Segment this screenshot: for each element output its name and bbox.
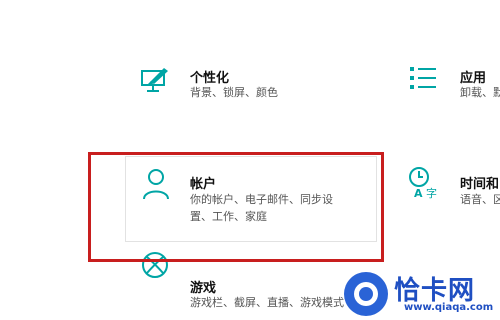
personalization-icon	[141, 68, 168, 92]
tile-title: 时间和	[460, 177, 500, 192]
annotation-rectangle	[88, 152, 384, 262]
svg-text:A: A	[414, 187, 423, 200]
apps-list-icon	[410, 67, 436, 89]
watermark: 恰卡网 www.qiaqa.com	[344, 272, 494, 316]
svg-text:字: 字	[426, 186, 437, 200]
tile-description: 卸载、默	[460, 86, 500, 99]
tile-description: 语音、区	[460, 193, 500, 206]
tile-description: 游戏栏、截屏、直播、游戏模式	[190, 296, 344, 309]
time-language-icon: A 字	[409, 167, 437, 200]
watermark-logo-icon	[344, 272, 388, 316]
watermark-url: www.qiaqa.com	[404, 302, 494, 313]
tile-description: 背景、锁屏、颜色	[190, 86, 278, 99]
